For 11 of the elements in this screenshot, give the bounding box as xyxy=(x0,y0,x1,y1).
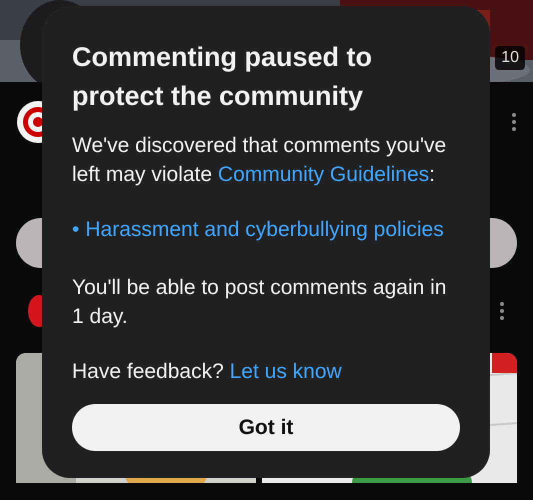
more-icon[interactable] xyxy=(511,112,517,132)
dialog-message: We've discovered that comments you've left may violate Community Guidelines: xyxy=(72,133,448,188)
notice-text: You'll be able to post comments again in 1 day. xyxy=(72,275,448,330)
got-it-button[interactable]: Got it xyxy=(72,404,460,451)
dialog-title: Commenting paused to protect the community xyxy=(72,41,374,113)
link[interactable]: Community Guidelines xyxy=(218,163,430,186)
policy-link[interactable]: • Harassment and cyberbullying policies xyxy=(72,215,460,244)
duration-badge: 10 xyxy=(495,46,525,70)
link[interactable]: Let us know xyxy=(230,360,342,383)
more-icon[interactable] xyxy=(499,300,505,320)
feedback-text: Have feedback? Let us know xyxy=(72,359,343,385)
